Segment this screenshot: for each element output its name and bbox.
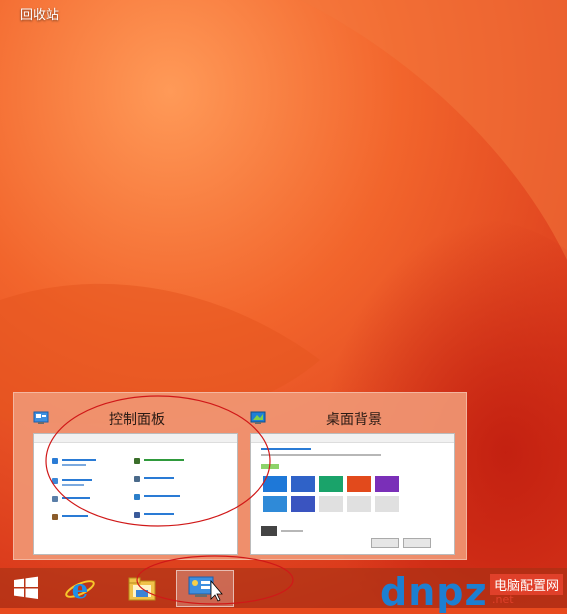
control-panel-taskbar-button[interactable] [176,570,234,607]
start-button[interactable] [8,572,44,604]
thumbnail-title: 控制面板 [109,412,165,428]
internet-explorer-icon: e [65,575,95,605]
thumbnail-window-preview [250,433,455,555]
thumbnail-desktop-background[interactable]: 桌面背景 [244,393,464,559]
thumbnail-title: 桌面背景 [326,412,382,428]
thumbnail-window-preview [33,433,238,555]
file-explorer-icon [128,577,156,601]
recycle-bin-label[interactable]: 回收站 [20,4,59,23]
svg-text:e: e [72,575,89,604]
watermark-subtitle: 电脑配置网 [490,574,564,595]
thumbnail-control-panel[interactable]: 控制面板 [27,393,247,559]
control-panel-icon [188,576,223,602]
windows-start-icon [14,576,38,599]
file-explorer-button[interactable] [124,572,160,604]
watermark-main: dnpz [380,570,488,614]
internet-explorer-button[interactable]: e [62,572,98,605]
taskbar-thumbnail-preview: 控制面板 桌面背景 [13,392,467,560]
watermark-url: .net [492,593,514,606]
